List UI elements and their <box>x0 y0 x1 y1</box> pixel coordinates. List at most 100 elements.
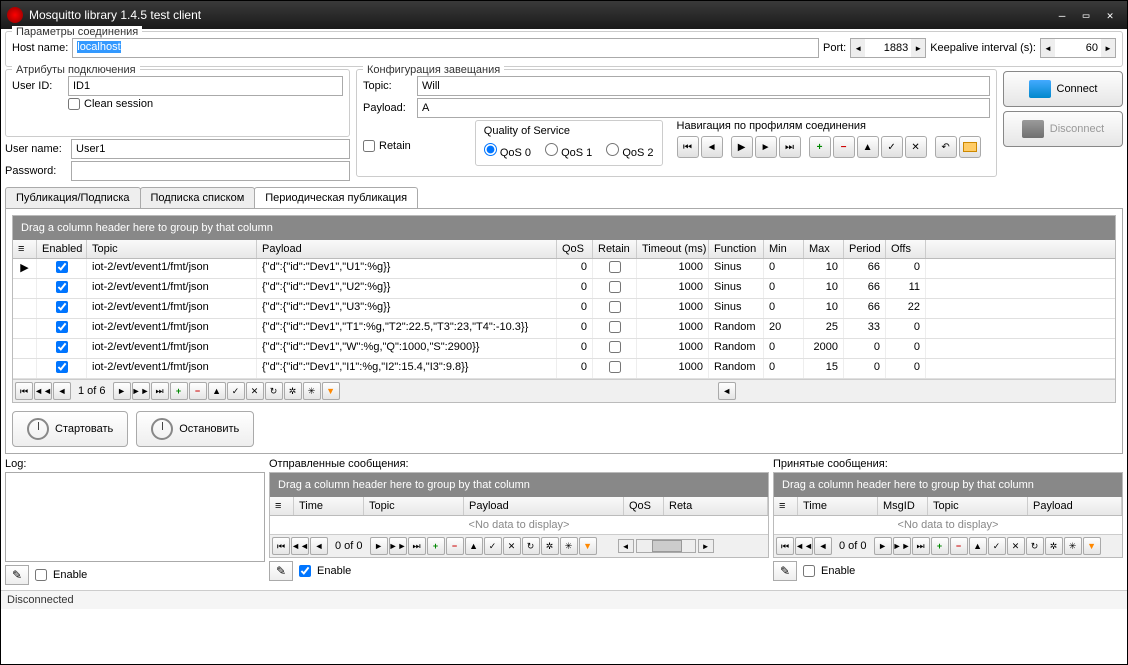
sent-nav-edit[interactable]: ▲ <box>465 537 483 555</box>
cell-qos[interactable]: 0 <box>557 299 593 318</box>
cell-qos[interactable]: 0 <box>557 359 593 378</box>
gnav-edit[interactable]: ▲ <box>208 382 226 400</box>
cell-retain[interactable] <box>593 279 637 298</box>
close-button[interactable]: ✕ <box>1099 7 1121 23</box>
gnav-first[interactable]: ⏮ <box>15 382 33 400</box>
nav-check-button[interactable]: ✓ <box>881 136 903 158</box>
cell-topic[interactable]: iot-2/evt/event1/fmt/json <box>87 359 257 378</box>
minimize-button[interactable]: — <box>1051 7 1073 23</box>
cell-retain[interactable] <box>593 299 637 318</box>
col-retain[interactable]: Retain <box>593 240 637 258</box>
cell-function[interactable]: Random <box>709 359 764 378</box>
nav-next-button[interactable]: ► <box>755 136 777 158</box>
sent-col-payload[interactable]: Payload <box>464 497 624 515</box>
sent-col-retain[interactable]: Reta <box>664 497 768 515</box>
cell-qos[interactable]: 0 <box>557 279 593 298</box>
gnav-refresh[interactable]: ↻ <box>265 382 283 400</box>
will-topic-input[interactable] <box>417 76 990 96</box>
cell-payload[interactable]: {"d":{"id":"Dev1","U2":%g}} <box>257 279 557 298</box>
sent-nav-prev[interactable]: ◄ <box>310 537 328 555</box>
cell-qos[interactable]: 0 <box>557 259 593 278</box>
cell-period[interactable]: 66 <box>844 299 886 318</box>
cell-function[interactable]: Sinus <box>709 259 764 278</box>
recv-col-time[interactable]: Time <box>798 497 878 515</box>
nav-first-button[interactable]: ⏮ <box>677 136 699 158</box>
cell-topic[interactable]: iot-2/evt/event1/fmt/json <box>87 259 257 278</box>
disconnect-button[interactable]: Disconnect <box>1003 111 1123 147</box>
recv-nav-check[interactable]: ✓ <box>988 537 1006 555</box>
cell-enabled[interactable] <box>37 359 87 378</box>
recv-nav-remove[interactable]: − <box>950 537 968 555</box>
tab-pubsub[interactable]: Публикация/Подписка <box>5 187 141 208</box>
cell-offs[interactable]: 0 <box>886 339 926 358</box>
gnav-nextpage[interactable]: ►► <box>132 382 150 400</box>
cell-offs[interactable]: 11 <box>886 279 926 298</box>
recv-nav-prevpage[interactable]: ◄◄ <box>795 537 813 555</box>
sent-nav-add[interactable]: + <box>427 537 445 555</box>
recv-nav-edit[interactable]: ▲ <box>969 537 987 555</box>
cell-period[interactable]: 33 <box>844 319 886 338</box>
password-input[interactable] <box>71 161 350 181</box>
gnav-remove[interactable]: − <box>189 382 207 400</box>
start-button[interactable]: Стартовать <box>12 411 128 447</box>
cell-period[interactable]: 66 <box>844 259 886 278</box>
nav-undo-button[interactable]: ↶ <box>935 136 957 158</box>
recv-nav-next[interactable]: ► <box>874 537 892 555</box>
nav-play-button[interactable]: ▶ <box>731 136 753 158</box>
gnav-next[interactable]: ► <box>113 382 131 400</box>
cell-function[interactable]: Sinus <box>709 279 764 298</box>
cell-min[interactable]: 20 <box>764 319 804 338</box>
nav-cancel-button[interactable]: ✕ <box>905 136 927 158</box>
cell-topic[interactable]: iot-2/evt/event1/fmt/json <box>87 319 257 338</box>
nav-last-button[interactable]: ⏭ <box>779 136 801 158</box>
cell-max[interactable]: 15 <box>804 359 844 378</box>
col-enabled[interactable]: Enabled <box>37 240 87 258</box>
sent-hscroll-right[interactable]: ► <box>698 539 714 553</box>
sent-group-area[interactable]: Drag a column header here to group by th… <box>270 473 768 497</box>
col-payload[interactable]: Payload <box>257 240 557 258</box>
connect-button[interactable]: Connect <box>1003 71 1123 107</box>
qos2-option[interactable]: QoS 2 <box>606 143 653 159</box>
qos0-option[interactable]: QoS 0 <box>484 143 531 159</box>
nav-add-button[interactable]: + <box>809 136 831 158</box>
sent-nav-last[interactable]: ⏭ <box>408 537 426 555</box>
gnav-filter[interactable]: ▼ <box>322 382 340 400</box>
cell-function[interactable]: Random <box>709 339 764 358</box>
sent-col-qos[interactable]: QoS <box>624 497 664 515</box>
cell-timeout[interactable]: 1000 <box>637 339 709 358</box>
log-edit-button[interactable]: ✎ <box>5 565 29 585</box>
cell-topic[interactable]: iot-2/evt/event1/fmt/json <box>87 299 257 318</box>
col-function[interactable]: Function <box>709 240 764 258</box>
recv-col-msgid[interactable]: MsgID <box>878 497 928 515</box>
nav-prev-button[interactable]: ◄ <box>701 136 723 158</box>
cell-payload[interactable]: {"d":{"id":"Dev1","U1":%g}} <box>257 259 557 278</box>
recv-nav-first[interactable]: ⏮ <box>776 537 794 555</box>
username-input[interactable] <box>71 139 350 159</box>
recv-group-area[interactable]: Drag a column header here to group by th… <box>774 473 1122 497</box>
sent-hscroll-left[interactable]: ◄ <box>618 539 634 553</box>
col-max[interactable]: Max <box>804 240 844 258</box>
cell-function[interactable]: Random <box>709 319 764 338</box>
recv-nav-cancel[interactable]: ✕ <box>1007 537 1025 555</box>
cell-max[interactable]: 10 <box>804 259 844 278</box>
recv-nav-star2[interactable]: ✳ <box>1064 537 1082 555</box>
will-payload-input[interactable] <box>417 98 990 118</box>
sent-nav-star2[interactable]: ✳ <box>560 537 578 555</box>
log-enable-checkbox[interactable] <box>35 569 47 581</box>
cell-min[interactable]: 0 <box>764 279 804 298</box>
gnav-check[interactable]: ✓ <box>227 382 245 400</box>
recv-nav-prev[interactable]: ◄ <box>814 537 832 555</box>
recv-nav-star[interactable]: ✲ <box>1045 537 1063 555</box>
sent-nav-star[interactable]: ✲ <box>541 537 559 555</box>
cell-retain[interactable] <box>593 359 637 378</box>
table-row[interactable]: iot-2/evt/event1/fmt/json{"d":{"id":"Dev… <box>13 359 1115 379</box>
cell-min[interactable]: 0 <box>764 359 804 378</box>
recv-nav-nextpage[interactable]: ►► <box>893 537 911 555</box>
table-row[interactable]: iot-2/evt/event1/fmt/json{"d":{"id":"Dev… <box>13 319 1115 339</box>
cell-timeout[interactable]: 1000 <box>637 319 709 338</box>
clean-session-checkbox[interactable] <box>68 98 80 110</box>
sent-selector-col[interactable]: ≡ <box>270 497 294 515</box>
cell-retain[interactable] <box>593 339 637 358</box>
cell-min[interactable]: 0 <box>764 339 804 358</box>
nav-open-button[interactable] <box>959 136 981 158</box>
